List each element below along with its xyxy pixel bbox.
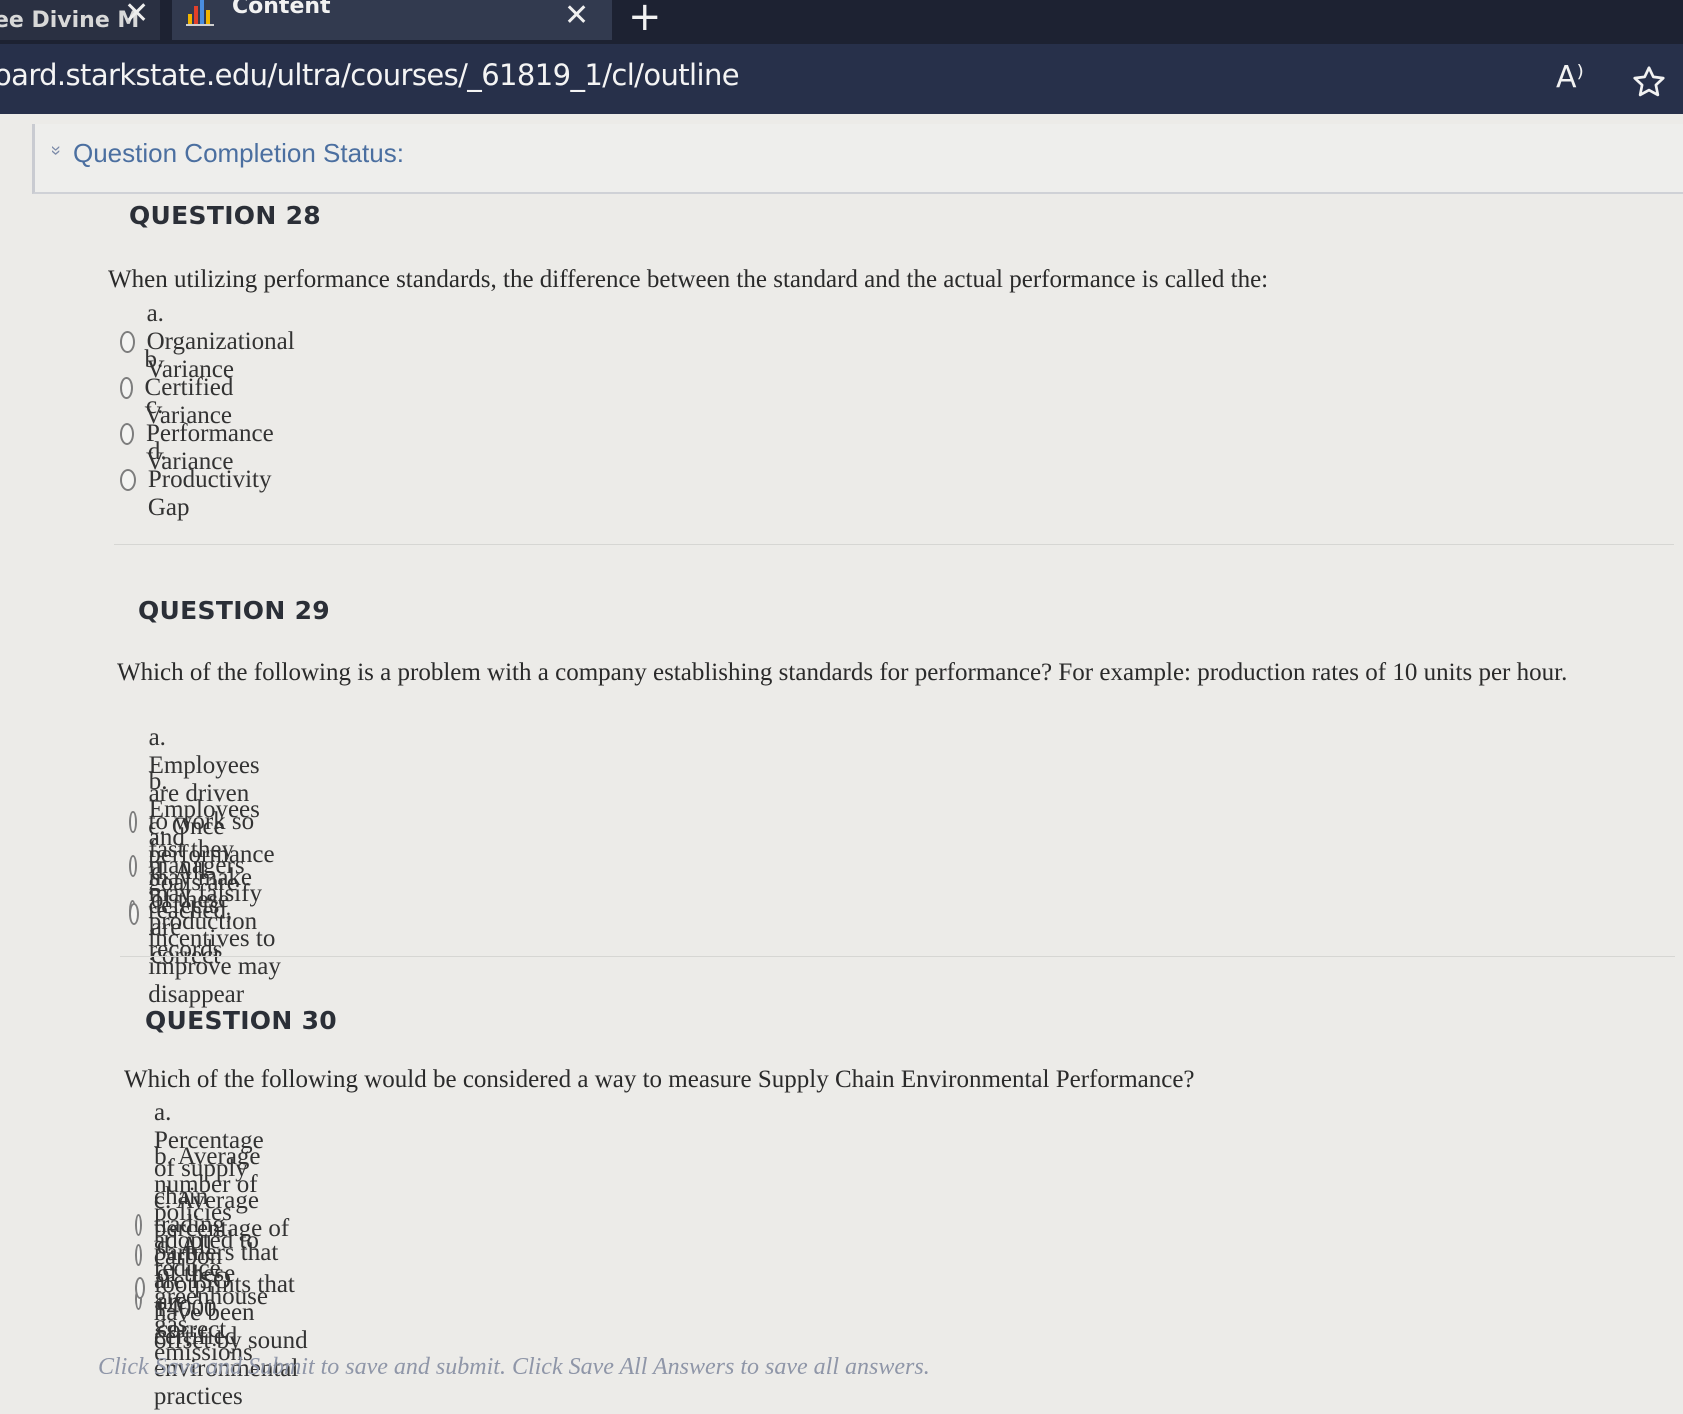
radio-button[interactable] [129, 903, 139, 925]
status-label: Question Completion Status: [73, 138, 404, 168]
close-icon[interactable]: ✕ [564, 0, 589, 33]
address-bar: oard.starkstate.edu/ultra/courses/_61819… [0, 44, 1683, 114]
save-instructions: Click Save and Submit to save and submit… [98, 1354, 930, 1380]
plus-icon[interactable]: + [628, 0, 662, 40]
question-text: Which of the following would be consider… [124, 1066, 1195, 1093]
question-heading: QUESTION 30 [145, 1006, 337, 1035]
star-icon[interactable] [1630, 64, 1668, 100]
tab-title: Content [232, 0, 331, 19]
tab-title: ee Divine M [0, 7, 140, 33]
read-aloud-icon[interactable]: A⁾ [1556, 60, 1584, 95]
tab-content[interactable]: Content ✕ [172, 0, 612, 40]
option-label: d. All of these are correct [150, 858, 230, 969]
radio-button[interactable] [135, 1277, 145, 1299]
tab-bar: ee Divine M ✕ Content ✕ + [0, 0, 1683, 44]
url-field[interactable]: oard.starkstate.edu/ultra/courses/_61819… [0, 58, 740, 92]
option-label: d. Productivity Gap [147, 438, 272, 521]
question-completion-status[interactable]: » Question Completion Status: [32, 124, 1683, 194]
tab-divine[interactable]: ee Divine M ✕ [0, 0, 160, 40]
close-icon[interactable]: ✕ [124, 0, 149, 31]
chevron-down-icon: » [46, 145, 67, 156]
divider [120, 956, 1675, 957]
option-label: d. All of these are correct [156, 1232, 236, 1343]
page-content: » Question Completion Status: QUESTION 2… [0, 114, 1683, 1414]
question-heading: QUESTION 29 [138, 596, 330, 625]
bar-chart-icon [186, 0, 214, 26]
question-text: When utilizing performance standards, th… [108, 266, 1269, 293]
question-heading: QUESTION 28 [129, 201, 321, 230]
question-text: Which of the following is a problem with… [117, 659, 1568, 686]
answer-option[interactable]: d. Productivity Gap [120, 438, 278, 522]
answer-option[interactable]: d. All of these are correct [129, 858, 232, 970]
divider [114, 544, 1674, 545]
answer-option[interactable]: d. All of these are correct [135, 1232, 238, 1344]
radio-button[interactable] [120, 469, 136, 491]
